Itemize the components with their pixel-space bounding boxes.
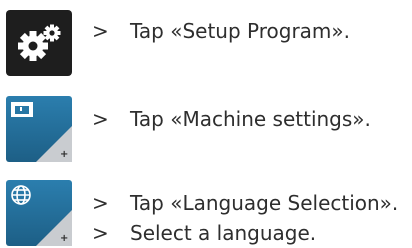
instruction-line: > Tap «Machine settings».: [92, 104, 371, 134]
step-setup-program: > Tap «Setup Program».: [0, 0, 412, 80]
instruction-marker: >: [92, 19, 109, 43]
instruction-marker: >: [92, 221, 109, 245]
step-machine-settings: + > Tap «Machine settings».: [0, 86, 412, 162]
svg-text:+: +: [60, 149, 68, 160]
instruction-line: > Select a language.: [92, 218, 316, 248]
instruction-line: > Tap «Language Selection».: [92, 188, 398, 218]
instruction-text: Select a language.: [130, 221, 317, 245]
setup-program-gears-icon[interactable]: [6, 10, 72, 76]
instruction-text: Tap «Setup Program».: [130, 19, 350, 43]
instruction-line: > Tap «Setup Program».: [92, 16, 350, 46]
instruction-marker: >: [92, 107, 109, 131]
instruction-text: Tap «Language Selection».: [130, 191, 399, 215]
instruction-marker: >: [92, 191, 109, 215]
instruction-text: Tap «Machine settings».: [130, 107, 371, 131]
svg-text:+: +: [60, 233, 68, 244]
step-language-selection: + > Tap «Language Selection». > Select a l…: [0, 172, 412, 248]
language-selection-globe-icon[interactable]: +: [6, 180, 72, 246]
machine-settings-icon[interactable]: +: [6, 96, 72, 162]
